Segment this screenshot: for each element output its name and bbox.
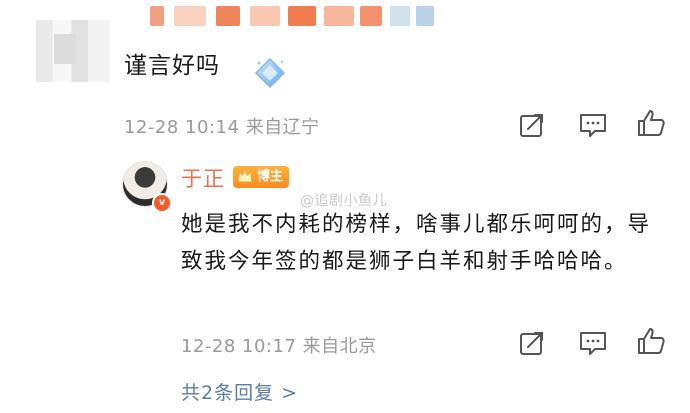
reply-text: 她是我不内耗的榜样，啥事儿都乐呵呵的，导致我今年签的都是狮子白羊和射手哈哈哈。 bbox=[181, 212, 652, 274]
comment-time: 12-28 10:14 bbox=[124, 117, 240, 138]
comment-meta: 12-28 10:14 来自辽宁 bbox=[124, 113, 320, 139]
blogger-badge: 博主 bbox=[233, 166, 290, 188]
comment-text: 谨言好吗 bbox=[124, 53, 220, 79]
diamond-sticker-icon bbox=[253, 56, 287, 90]
reply-author-name[interactable]: 于正 bbox=[181, 163, 225, 193]
crown-icon bbox=[238, 170, 252, 182]
commenter-name-redacted bbox=[150, 6, 450, 28]
share-icon[interactable] bbox=[517, 328, 547, 358]
reply-time: 12-28 10:17 bbox=[181, 336, 297, 357]
like-icon[interactable] bbox=[636, 108, 666, 138]
verified-icon: v bbox=[152, 193, 172, 213]
share-icon[interactable] bbox=[517, 110, 547, 140]
reply-location: 来自北京 bbox=[302, 336, 377, 357]
commenter-avatar[interactable] bbox=[36, 20, 110, 82]
blogger-badge-label: 博主 bbox=[257, 169, 284, 184]
comment-icon[interactable] bbox=[578, 328, 608, 358]
like-icon[interactable] bbox=[636, 326, 666, 356]
comment-location: 来自辽宁 bbox=[245, 117, 320, 138]
comment-icon[interactable] bbox=[578, 110, 608, 140]
reply-meta: 12-28 10:17 来自北京 bbox=[181, 332, 377, 358]
view-replies-link[interactable]: 共2条回复 > bbox=[181, 378, 298, 405]
